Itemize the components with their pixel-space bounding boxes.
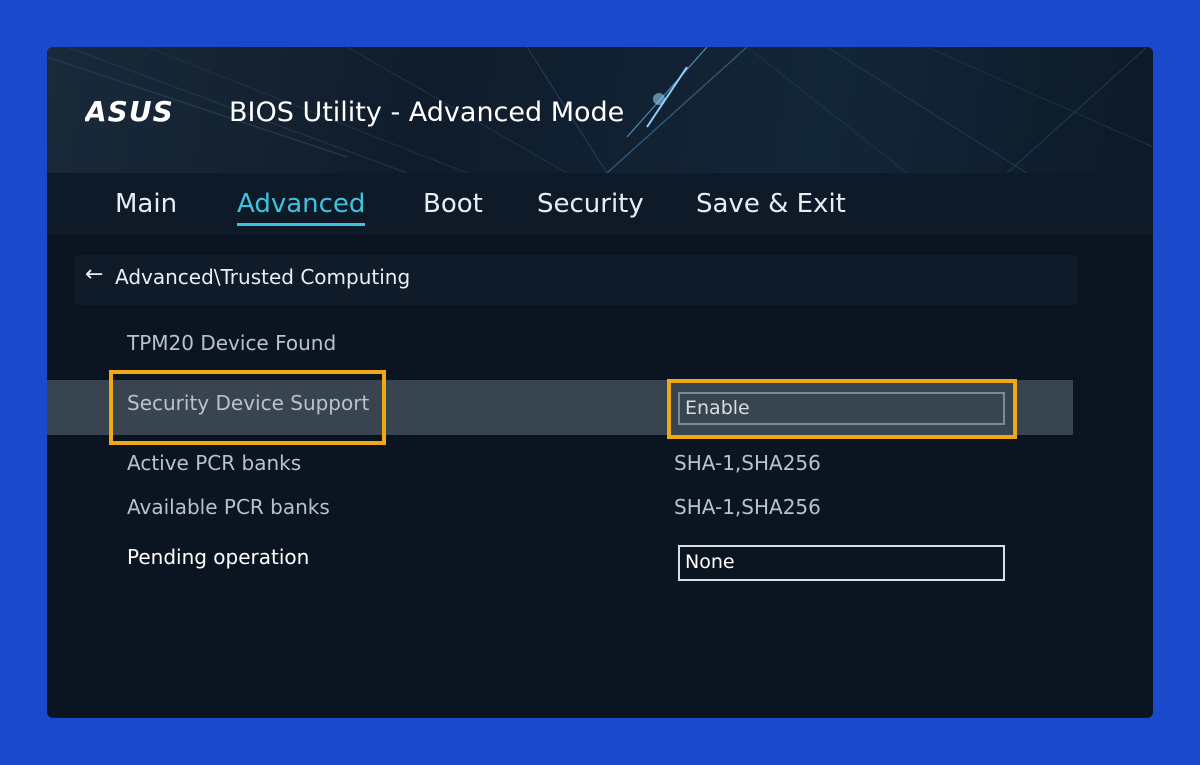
setting-label-tpm20: TPM20 Device Found xyxy=(127,331,337,355)
tab-boot[interactable]: Boot xyxy=(423,189,483,219)
svg-text:ASUS: ASUS xyxy=(85,97,174,125)
breadcrumb: Advanced\Trusted Computing xyxy=(115,265,411,289)
bios-window: ASUS BIOS Utility - Advanced Mode Main A… xyxy=(47,47,1153,718)
setting-value-available-pcr-banks: SHA-1,SHA256 xyxy=(674,495,821,519)
tab-save-exit[interactable]: Save & Exit xyxy=(696,189,846,219)
setting-label-available-pcr-banks: Available PCR banks xyxy=(127,495,330,519)
highlight-box-value xyxy=(667,379,1017,439)
tab-security[interactable]: Security xyxy=(537,189,644,219)
asus-logo: ASUS xyxy=(85,97,174,125)
back-arrow-icon[interactable]: ← xyxy=(85,262,103,287)
setting-value-active-pcr-banks: SHA-1,SHA256 xyxy=(674,451,821,475)
setting-label-pending-operation: Pending operation xyxy=(127,545,310,569)
pending-operation-select[interactable]: None xyxy=(678,545,1005,581)
tab-advanced[interactable]: Advanced xyxy=(237,189,365,219)
setting-label-active-pcr-banks: Active PCR banks xyxy=(127,451,302,475)
app-title: BIOS Utility - Advanced Mode xyxy=(229,97,625,128)
highlight-box-label xyxy=(109,370,386,445)
bios-header: ASUS BIOS Utility - Advanced Mode xyxy=(47,47,1153,173)
tab-main[interactable]: Main xyxy=(115,189,177,219)
active-tab-underline xyxy=(237,223,365,226)
